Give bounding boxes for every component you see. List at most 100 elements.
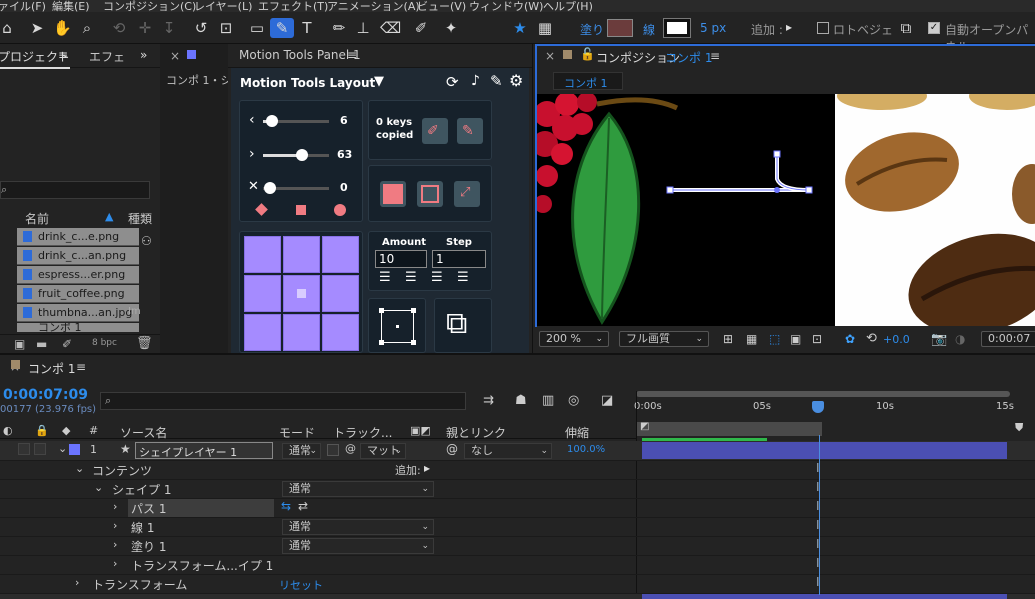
frame-blending-icon[interactable]: ▥	[542, 393, 554, 408]
slider-handle[interactable]	[266, 115, 278, 127]
brush-tool-icon[interactable]: ✏	[330, 18, 348, 38]
slider-handle[interactable]	[264, 182, 276, 194]
anchor-bottom-right[interactable]	[322, 314, 359, 351]
motion-tools-menu-icon[interactable]: ≡	[347, 48, 357, 62]
comp-menu-icon[interactable]: ≡	[710, 49, 720, 63]
list-item[interactable]: コンポ 1	[17, 323, 139, 332]
close-icon[interactable]: ×	[170, 49, 180, 63]
stretch-header[interactable]: 伸縮	[565, 424, 589, 441]
track-matte-dropdown[interactable]: マット ⌄	[360, 443, 406, 459]
parent-dropdown[interactable]: なし ⌄	[464, 443, 552, 459]
align-left-icon[interactable]: ☰	[379, 270, 391, 285]
step-input[interactable]: 1	[432, 250, 486, 268]
time-ruler[interactable]: 0:00s 05s 10s 15s	[634, 391, 1014, 421]
parent-link-header[interactable]: 親とリンク	[446, 424, 506, 441]
timeline-search-input[interactable]: ⌕	[100, 392, 466, 410]
type-column-header[interactable]: 種類	[128, 210, 152, 227]
pen-tool-icon[interactable]: ✎	[270, 18, 294, 38]
work-area-range[interactable]: ◩	[636, 421, 822, 436]
zoom-tool-icon[interactable]: ⌕	[78, 18, 96, 38]
stretch-value[interactable]: 100.0%	[567, 444, 605, 455]
refresh-icon[interactable]: ⟳	[446, 73, 459, 91]
tab-motion-tools[interactable]: Motion Tools Panel 1	[239, 48, 361, 62]
solo-toggle[interactable]	[34, 443, 46, 455]
pick-whip-icon[interactable]: @	[446, 442, 458, 456]
bezier-checkbox[interactable]	[817, 22, 829, 34]
layer-name-field[interactable]: シェイプレイヤー 1	[135, 442, 273, 459]
motion-blur-icon[interactable]: ◎	[568, 393, 579, 408]
expand-chevron-icon[interactable]: ›	[113, 500, 117, 513]
switches-icon[interactable]: ▣◩	[410, 424, 431, 437]
copy-keys-button[interactable]: ✐	[422, 118, 448, 144]
layer-duration-bar[interactable]	[642, 442, 1007, 459]
slider-handle[interactable]	[296, 149, 308, 161]
anchor-center[interactable]	[283, 275, 320, 312]
square-keyframe-icon[interactable]	[296, 205, 306, 215]
bounding-box-icon[interactable]	[379, 308, 416, 345]
mask-path-icon[interactable]: ⬚	[769, 332, 780, 346]
align-right-icon[interactable]: ☰	[431, 270, 443, 285]
label-column-icon[interactable]: ◆	[62, 424, 70, 437]
expand-chevron-icon[interactable]: ›	[75, 576, 79, 589]
current-timecode[interactable]: 0:00:07:09	[3, 387, 88, 403]
solid-rect-button[interactable]	[380, 181, 406, 207]
path-button[interactable]: ⤢	[454, 181, 480, 207]
expand-chevron-icon[interactable]: ›	[113, 538, 117, 551]
lock-icon[interactable]: 🔓	[580, 47, 595, 61]
comp-subtab[interactable]: コンポ 1	[553, 72, 623, 90]
align-center-icon[interactable]: ☰	[405, 270, 417, 285]
add-contents-label[interactable]: 追加:	[395, 462, 421, 478]
property-row[interactable]: › 塗り 1 通常 ⌄	[0, 537, 1035, 556]
anchor-top-left[interactable]	[244, 236, 281, 273]
menu-help[interactable]: ヘルプ(H)	[543, 0, 593, 12]
tab-comp-name[interactable]: コンポ 1	[665, 49, 712, 66]
region-icon[interactable]: ⊞	[723, 332, 733, 346]
property-row[interactable]: ⌄ コンテンツ 追加: ▸	[0, 461, 1035, 480]
expand-chevron-icon[interactable]: ⌄	[94, 481, 103, 494]
transparency-grid-icon[interactable]: ▦	[746, 332, 757, 346]
slider-value[interactable]: 6	[340, 114, 348, 127]
clone-tool-icon[interactable]: ⊥	[354, 18, 372, 38]
puppet-tool-icon[interactable]: ✦	[442, 18, 460, 38]
chevron-down-icon[interactable]: ▼	[374, 74, 384, 89]
anchor-bottom-left[interactable]	[244, 314, 281, 351]
anchor-top-right[interactable]	[322, 236, 359, 273]
pencil-icon[interactable]: ✎	[490, 72, 503, 90]
path-direction-icon[interactable]: ⇆	[281, 499, 291, 513]
name-column-header[interactable]: 名前	[25, 210, 49, 227]
selection-tool-icon[interactable]: ➤	[28, 18, 46, 38]
property-row[interactable]: › 線 1 通常 ⌄	[0, 518, 1035, 537]
interpret-footage-icon[interactable]: ▣	[14, 337, 25, 351]
anchor-bottom-center[interactable]	[283, 314, 320, 351]
mode-header[interactable]: モード	[279, 424, 315, 441]
blend-mode-dropdown[interactable]: 通常 ⌄	[282, 443, 321, 459]
list-item[interactable]: drink_c...an.png	[17, 247, 139, 265]
slider-value[interactable]: 0	[340, 181, 348, 194]
tabs-overflow-icon[interactable]: »	[140, 48, 147, 62]
trash-icon[interactable]: 🗑	[136, 336, 153, 351]
property-row[interactable]: › パス 1 ⇆ ⇄	[0, 499, 1035, 518]
align-justify-icon[interactable]: ☰	[457, 270, 469, 285]
snapping-icon[interactable]: ▦	[536, 18, 554, 38]
work-area-bar[interactable]	[636, 391, 1010, 397]
quality-dropdown[interactable]: フル画質 ⌄	[619, 331, 709, 347]
comp-timecode[interactable]: 0:00:07	[981, 331, 1035, 347]
paste-keys-button[interactable]: ✎	[457, 118, 483, 144]
anchor-middle-left[interactable]	[244, 275, 281, 312]
pan-tool-icon[interactable]: ✛	[136, 18, 154, 38]
anchor-top-center[interactable]	[283, 236, 320, 273]
list-item[interactable]: espress...er.png	[17, 266, 139, 284]
list-item[interactable]: thumbna...an.jpg	[17, 304, 139, 322]
menu-file[interactable]: ァイル(F)	[0, 0, 46, 12]
property-row[interactable]: › トランスフォーム リセット	[0, 575, 1035, 594]
comp-mini-label[interactable]: コンポ 1・ショ	[166, 72, 228, 88]
reset-exposure-icon[interactable]: ⟲	[866, 331, 877, 346]
project-menu-icon[interactable]: ≡	[58, 48, 68, 62]
channels-icon[interactable]: ✿	[845, 332, 855, 346]
stroke-blend-dropdown[interactable]: 通常 ⌄	[282, 519, 434, 535]
gear-icon[interactable]: ⚙	[509, 71, 523, 90]
menu-layer[interactable]: レイヤー(L)	[194, 0, 252, 12]
path-reverse-icon[interactable]: ⇄	[298, 499, 308, 513]
stroke-swatch[interactable]	[663, 18, 691, 38]
home-icon[interactable]: ⌂	[0, 18, 14, 38]
